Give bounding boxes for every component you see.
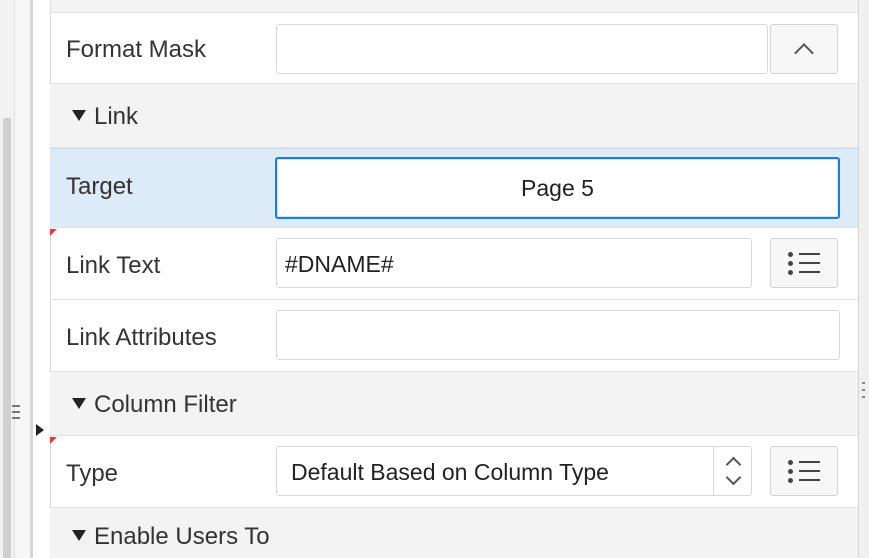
list-icon — [788, 460, 820, 483]
section-header-column-filter[interactable]: Column Filter — [50, 372, 858, 436]
property-row-link-attributes: Link Attributes — [50, 300, 858, 372]
type-list-button[interactable] — [770, 446, 838, 496]
collapse-triangle-icon — [72, 530, 86, 542]
type-label: Type — [66, 460, 119, 487]
collapse-triangle-icon — [72, 110, 86, 122]
link-text-input[interactable]: #DNAME# — [276, 238, 752, 288]
section-link-text: Link — [94, 103, 139, 130]
section-column-filter-label: Column Filter — [72, 391, 237, 419]
left-splitter[interactable] — [30, 0, 33, 558]
link-text-list-button[interactable] — [770, 238, 838, 288]
list-icon — [788, 252, 820, 275]
expand-arrow-icon[interactable] — [36, 424, 44, 436]
section-link-label: Link — [72, 103, 138, 131]
right-splitter-grip-icon[interactable] — [862, 382, 865, 398]
link-attributes-input[interactable] — [276, 310, 840, 360]
section-header-link[interactable]: Link — [50, 84, 858, 148]
type-select[interactable]: Default Based on Column Type — [276, 446, 752, 496]
format-mask-input[interactable] — [276, 24, 768, 74]
caret-up-icon — [794, 43, 814, 63]
splitter-grip-icon[interactable] — [12, 405, 20, 419]
updown-chevron-icon — [713, 447, 751, 495]
property-row-target[interactable]: Target Page 5 — [50, 148, 858, 228]
left-scrollbar[interactable] — [3, 118, 11, 558]
link-attributes-label: Link Attributes — [66, 324, 217, 351]
property-row-link-text: Link Text #DNAME# — [50, 228, 858, 300]
section-column-filter-text: Column Filter — [94, 391, 237, 418]
property-row-format-mask: Format Mask — [50, 12, 858, 84]
right-scrollbar[interactable] — [858, 0, 869, 558]
property-row-type: Type Default Based on Column Type — [50, 436, 858, 508]
section-header-enable-users[interactable]: Enable Users To — [50, 508, 858, 558]
format-mask-label: Format Mask — [66, 36, 207, 63]
section-enable-users-label: Enable Users To — [72, 523, 270, 551]
target-link-button[interactable]: Page 5 — [275, 157, 840, 219]
target-label: Target — [66, 173, 133, 200]
format-mask-picker-button[interactable] — [770, 24, 838, 74]
collapse-triangle-icon — [72, 398, 86, 410]
type-select-value: Default Based on Column Type — [291, 459, 609, 485]
section-enable-users-text: Enable Users To — [94, 523, 270, 550]
left-gutter-strip — [14, 0, 31, 558]
link-text-label: Link Text — [66, 252, 161, 279]
